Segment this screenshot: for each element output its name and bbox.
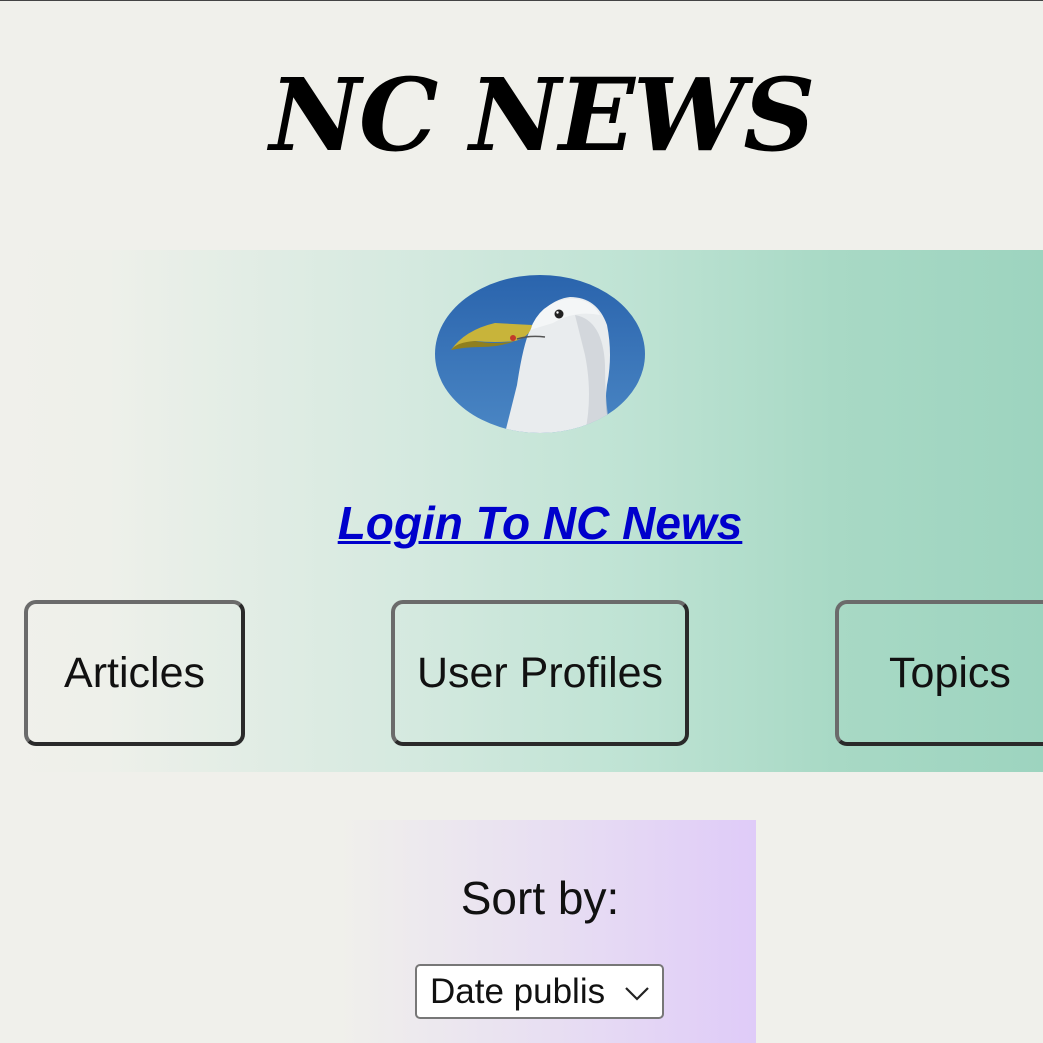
sort-selected-value: Date publis: [430, 971, 606, 1011]
page-title: NC NEWS: [269, 56, 816, 174]
sort-select[interactable]: Date publis: [415, 964, 664, 1019]
chevron-down-icon: [625, 987, 649, 1001]
seagull-avatar-icon: [435, 275, 645, 433]
user-profiles-button[interactable]: User Profiles: [391, 600, 689, 746]
top-divider: [0, 0, 1043, 1]
articles-button[interactable]: Articles: [24, 600, 245, 746]
sort-label: Sort by:: [460, 872, 620, 924]
topics-button[interactable]: Topics: [835, 600, 1043, 746]
login-link[interactable]: Login To NC News: [0, 495, 1043, 551]
